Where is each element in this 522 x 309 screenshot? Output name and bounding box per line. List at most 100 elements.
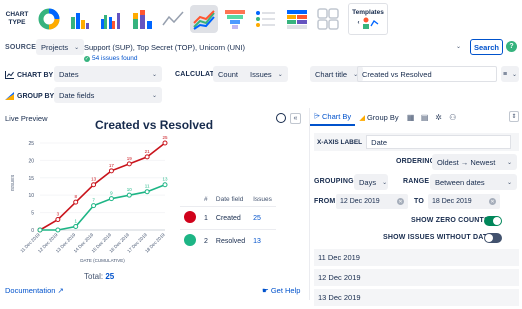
donut-chart-type-icon[interactable]: [35, 5, 63, 33]
funnel-chart-type-icon[interactable]: [221, 5, 249, 33]
data-point: [73, 224, 79, 230]
get-help-link[interactable]: ☛ Get Help: [262, 286, 300, 295]
data-label: 1: [74, 219, 77, 224]
tab-chart-by[interactable]: ⩥ Chart By: [310, 108, 356, 126]
legend-row[interactable]: 1 Created 25: [180, 206, 276, 230]
projects-dropdown[interactable]: Projects ⌄: [36, 39, 85, 55]
group-by-icon: ◢: [359, 112, 365, 122]
chevron-down-icon[interactable]: ⌄: [456, 43, 461, 50]
grouped-bar-chart-type-icon[interactable]: [97, 5, 125, 33]
show-zero-toggle[interactable]: [484, 216, 502, 226]
data-point: [144, 189, 150, 195]
documentation-link[interactable]: Documentation ↗: [5, 286, 64, 295]
multi-line-chart-type-icon[interactable]: [190, 5, 218, 33]
toggle-knob: [493, 217, 501, 225]
y-tick-label: 15: [28, 176, 34, 182]
legend-count[interactable]: 13: [249, 229, 276, 252]
help-icon[interactable]: ?: [506, 41, 517, 52]
documentation-text: Documentation: [5, 286, 56, 295]
from-date-value: 12 Dec 2019: [340, 198, 380, 205]
tab-group-by[interactable]: ◢ Group By: [355, 108, 402, 126]
chart-title-dropdown[interactable]: Chart title ⌄: [310, 66, 364, 82]
tiles-chart-type-icon[interactable]: [314, 5, 342, 33]
ordering-dropdown[interactable]: Oldest → Newest ⌄: [432, 154, 517, 170]
total-value: 25: [105, 272, 115, 281]
align-dropdown[interactable]: ≡ ⌄: [501, 66, 519, 82]
chevron-down-icon: ⌄: [151, 71, 157, 78]
palette-icon[interactable]: ⚇: [447, 111, 459, 123]
tab-group-by-label: Group By: [366, 112, 399, 122]
line-chart: 0510152025ISSUES11 Dec 201912 Dec 201913…: [10, 135, 168, 263]
live-preview: Live Preview Created vs Resolved « 0 5 10 1…: [0, 108, 305, 300]
theme-toggle-icon[interactable]: [276, 113, 286, 123]
data-label: 13: [162, 177, 168, 182]
y-axis-label: ISSUES: [10, 175, 15, 192]
to-date-input[interactable]: 18 Dec 2019 ✕: [428, 194, 500, 209]
total-label: Total:: [84, 272, 104, 281]
data-point: [37, 227, 43, 233]
show-no-dates-toggle[interactable]: [484, 233, 502, 243]
from-label: FROM: [314, 198, 336, 205]
gear-icon[interactable]: ✲: [433, 111, 445, 123]
chart-type-bar: CHART TYPE Templates ‹: [0, 0, 522, 38]
data-label: 7: [92, 198, 95, 203]
range-label: RANGE: [403, 178, 430, 185]
issues-dropdown[interactable]: Issues ⌄: [245, 66, 288, 82]
collapse-left-icon[interactable]: «: [290, 113, 301, 124]
chart-by-icon: ⩥: [314, 111, 320, 120]
grouping-dropdown[interactable]: Days ⌄: [354, 174, 388, 190]
chart-by-icon: [5, 71, 14, 79]
total-summary: Total: 25: [84, 272, 114, 281]
stacked-bar-chart-type-icon[interactable]: [128, 5, 156, 33]
x-axis-label-row: X-AXIS LABEL Date: [314, 133, 519, 151]
data-point: [162, 182, 168, 188]
chevron-down-icon: ⌄: [74, 44, 80, 51]
clear-icon[interactable]: ✕: [489, 198, 496, 205]
list-item[interactable]: 13 Dec 2019: [314, 289, 519, 306]
search-button[interactable]: Search: [470, 39, 503, 55]
grouping-value: Days: [359, 177, 377, 187]
chart-by-dropdown[interactable]: Dates ⌄: [54, 66, 162, 82]
from-date-input[interactable]: 12 Dec 2019 ✕: [336, 194, 408, 209]
legend-row[interactable]: 2 Resolved 13: [180, 229, 276, 252]
chevron-down-icon: ⌄: [506, 179, 512, 186]
y-tick-label: 5: [31, 211, 34, 217]
templates-button[interactable]: Templates ‹: [348, 3, 388, 35]
chart-title-input[interactable]: Created vs Resolved: [357, 66, 497, 82]
data-label: 11: [145, 184, 150, 189]
align-icon: ≡: [503, 70, 508, 78]
show-zero-row: SHOW ZERO COUNTS: [310, 215, 522, 227]
group-by-label: GROUP BY: [17, 92, 55, 100]
list-item[interactable]: 12 Dec 2019: [314, 269, 519, 286]
group-by-label-group: GROUP BY: [5, 92, 54, 100]
legend-index: 2: [200, 229, 212, 252]
date-list: 11 Dec 2019 12 Dec 2019 13 Dec 2019: [314, 249, 519, 309]
data-label: 17: [109, 163, 115, 168]
data-point: [55, 217, 61, 223]
list-item[interactable]: 11 Dec 2019: [314, 249, 519, 266]
data-point: [108, 196, 114, 202]
clear-icon[interactable]: ✕: [397, 198, 404, 205]
collapse-panel-icon[interactable]: ⇕: [509, 111, 519, 122]
table-chart-type-icon[interactable]: [283, 5, 311, 33]
chevron-left-icon: ‹: [357, 19, 360, 26]
chevron-down-icon: ⌄: [277, 71, 283, 78]
templates-icon: ‹: [358, 16, 379, 30]
legend-count[interactable]: 25: [249, 206, 276, 230]
projects-label: Projects: [41, 42, 69, 52]
group-by-icon: [5, 92, 14, 100]
line-chart-type-icon[interactable]: [159, 5, 187, 33]
source-value-field[interactable]: Support (SUP), Top Secret (TOP), Unicorn…: [80, 39, 470, 55]
range-dropdown[interactable]: Between dates ⌄: [430, 174, 517, 190]
ordering-label: ORDERING: [396, 158, 436, 165]
help-hand-icon: ☛: [262, 286, 269, 295]
list-chart-type-icon[interactable]: [252, 5, 280, 33]
bar-chart-type-icon[interactable]: [66, 5, 94, 33]
chevron-down-icon: ⌄: [151, 92, 157, 99]
group-by-dropdown[interactable]: Date fields ⌄: [54, 87, 162, 103]
grouping-label: GROUPING: [314, 178, 354, 185]
x-axis-label-input[interactable]: Date: [366, 135, 512, 149]
group-by-value: Date fields: [59, 90, 95, 100]
grid-icon[interactable]: ▦: [405, 111, 417, 123]
comment-icon[interactable]: ▤: [419, 111, 431, 123]
